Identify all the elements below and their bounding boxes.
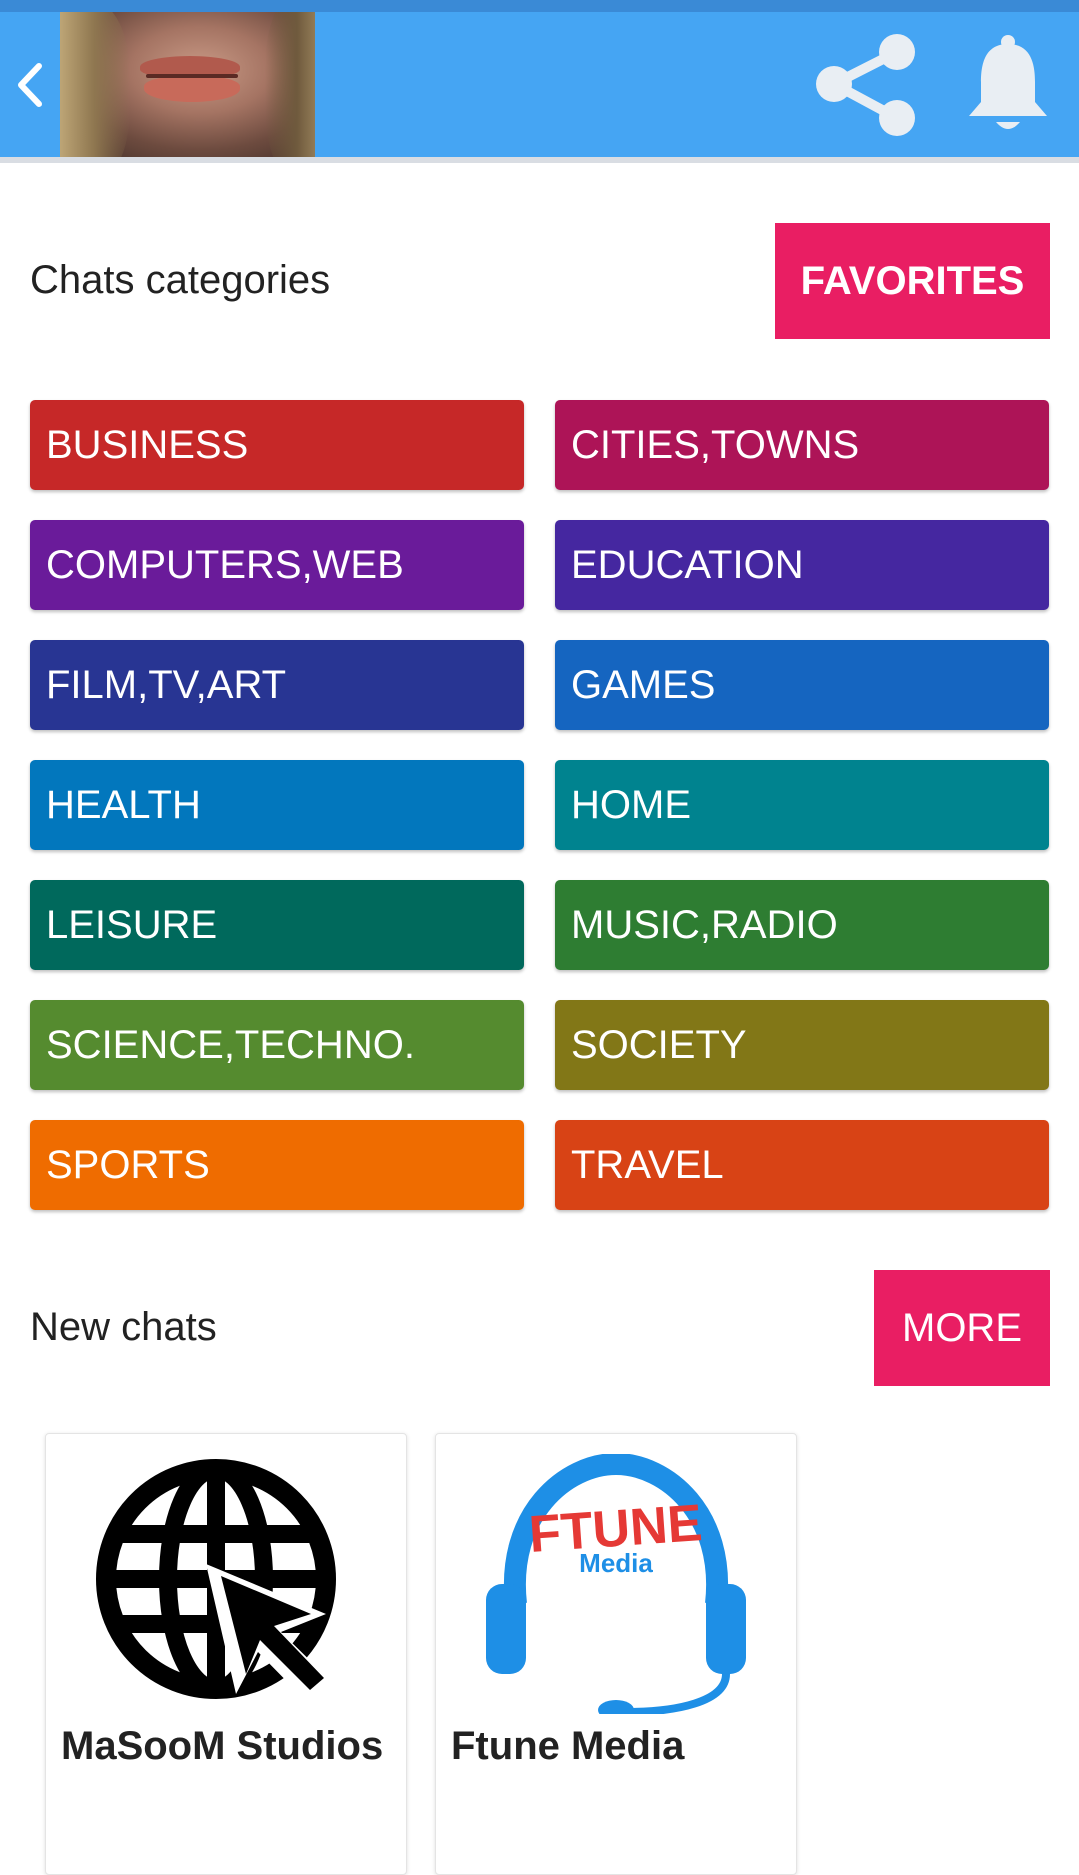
favorites-button[interactable]: FAVORITES [775, 223, 1050, 339]
category-button[interactable]: SPORTS [30, 1120, 524, 1210]
chat-avatar[interactable] [60, 12, 315, 157]
category-button[interactable]: CITIES,TOWNS [555, 400, 1049, 490]
category-button[interactable]: EDUCATION [555, 520, 1049, 610]
bell-icon [969, 35, 1047, 129]
chat-card-name: MaSooM Studios [61, 1724, 384, 1768]
chevron-left-icon [18, 63, 42, 107]
avatar-mouth [146, 74, 238, 78]
category-button[interactable]: GAMES [555, 640, 1049, 730]
more-button[interactable]: MORE [874, 1270, 1050, 1386]
categories-title: Chats categories [30, 258, 331, 302]
headset-logo-icon: FTUNE Media [486, 1454, 746, 1714]
category-button[interactable]: LEISURE [30, 880, 524, 970]
globe-cursor-icon [96, 1459, 336, 1706]
category-button[interactable]: MUSIC,RADIO [555, 880, 1049, 970]
category-button[interactable]: COMPUTERS,WEB [30, 520, 524, 610]
chat-card-masoom-studios[interactable]: MaSooM Studios [45, 1433, 407, 1875]
category-button[interactable]: HEALTH [30, 760, 524, 850]
status-bar [0, 0, 1079, 12]
share-icon [816, 34, 915, 136]
logo-text-sub: Media [579, 1548, 653, 1578]
app-bar-shadow [0, 157, 1079, 163]
new-chats-title: New chats [30, 1305, 217, 1349]
chat-card-ftune-media[interactable]: FTUNE Media Ftune Media [435, 1433, 797, 1875]
category-button[interactable]: FILM,TV,ART [30, 640, 524, 730]
chat-card-name: Ftune Media [451, 1724, 685, 1768]
back-button[interactable] [8, 50, 52, 120]
share-button[interactable] [812, 30, 917, 138]
avatar-lip-bottom [144, 76, 240, 102]
category-button[interactable]: TRAVEL [555, 1120, 1049, 1210]
category-button[interactable]: BUSINESS [30, 400, 524, 490]
category-button[interactable]: SOCIETY [555, 1000, 1049, 1090]
category-button[interactable]: SCIENCE,TECHNO. [30, 1000, 524, 1090]
avatar-hair-right [265, 12, 315, 157]
notifications-button[interactable] [963, 30, 1053, 138]
avatar-hair-left [60, 12, 130, 157]
category-button[interactable]: HOME [555, 760, 1049, 850]
